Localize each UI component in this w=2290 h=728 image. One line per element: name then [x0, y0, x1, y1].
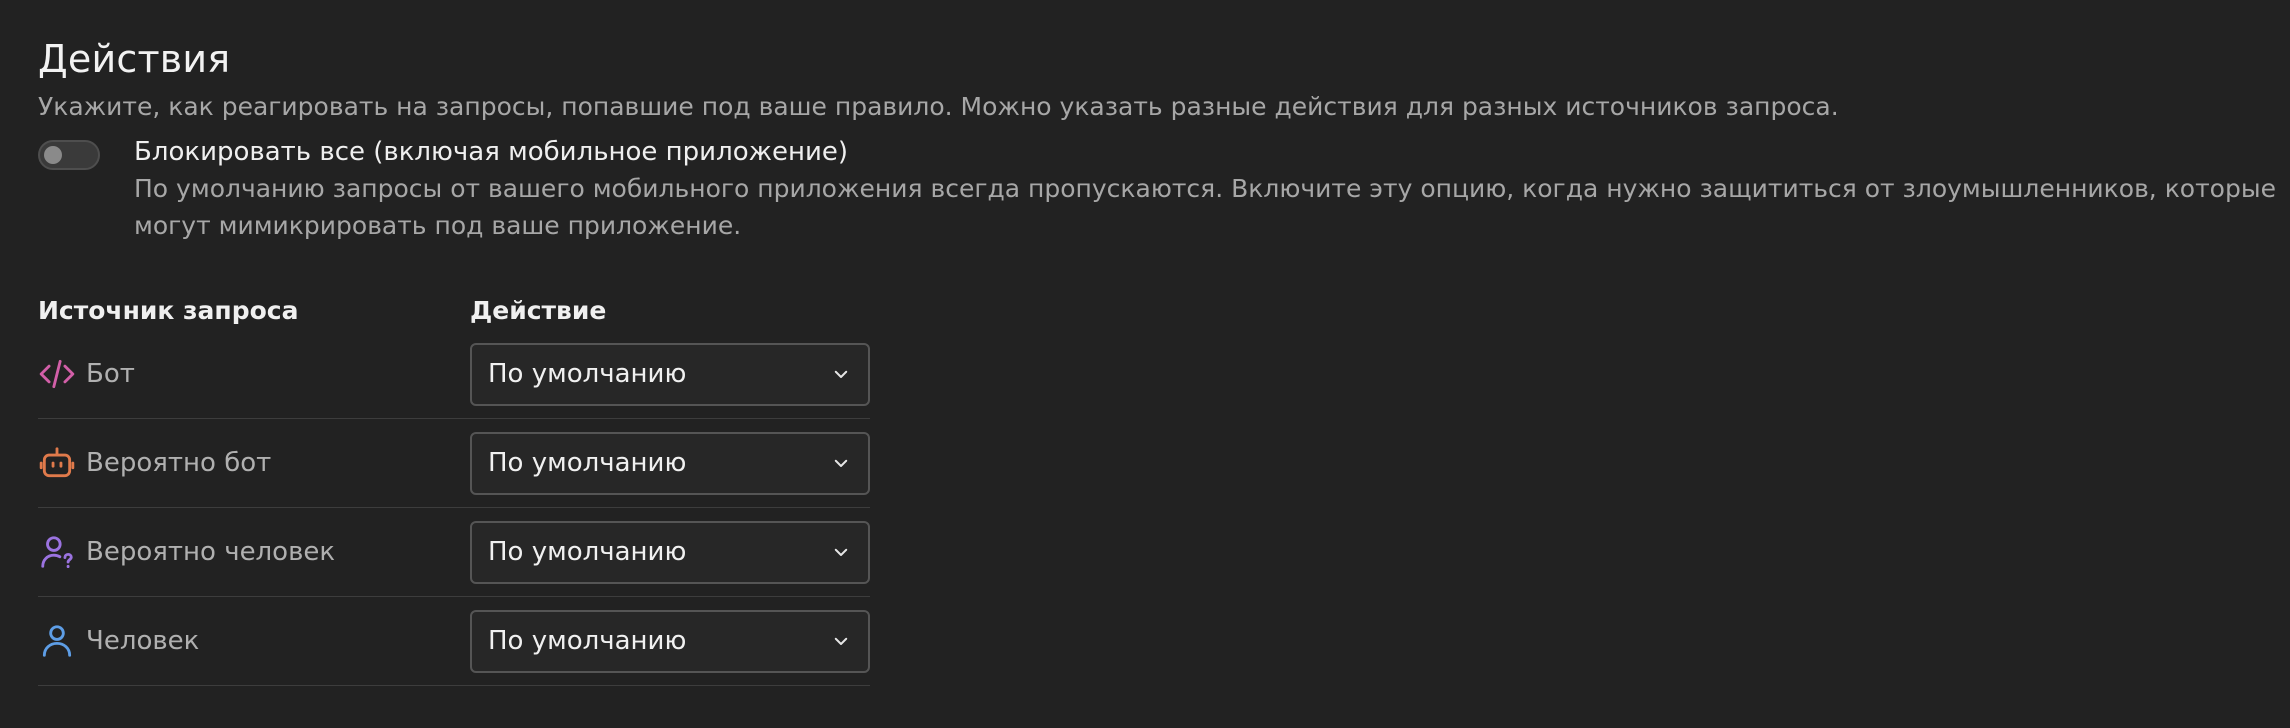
- action-select[interactable]: По умолчанию: [470, 431, 870, 495]
- source-label: Вероятно бот: [86, 448, 272, 478]
- section-subtitle: Укажите, как реагировать на запросы, поп…: [38, 92, 1839, 121]
- table-row-probably-human: Вероятно человек По умолчанию: [38, 508, 870, 597]
- header-action: Действие: [470, 295, 607, 325]
- source-cell: Бот: [38, 355, 470, 393]
- user-icon: [38, 622, 76, 660]
- action-select[interactable]: По умолчанию: [470, 520, 870, 584]
- code-icon: [38, 355, 76, 393]
- block-all-description: По умолчанию запросы от вашего мобильног…: [134, 174, 2276, 240]
- chevron-down-icon: [832, 365, 850, 383]
- robot-icon: [38, 444, 76, 482]
- table-row-probably-bot: Вероятно бот По умолчанию: [38, 419, 870, 508]
- source-label: Человек: [86, 626, 200, 656]
- block-all-toggle[interactable]: [38, 140, 100, 170]
- action-select[interactable]: По умолчанию: [470, 609, 870, 673]
- user-question-icon: [38, 533, 76, 571]
- source-action-table: Источник запроса Действие Бот По умолчан…: [38, 290, 870, 686]
- chevron-down-icon: [832, 543, 850, 561]
- chevron-down-icon: [832, 632, 850, 650]
- chevron-down-icon: [832, 454, 850, 472]
- block-all-label: Блокировать все (включая мобильное прило…: [134, 137, 849, 167]
- header-source: Источник запроса: [38, 295, 299, 325]
- actions-section: Действия Укажите, как реагировать на зап…: [38, 34, 2276, 686]
- source-label: Вероятно человек: [86, 537, 336, 567]
- source-cell: Вероятно человек: [38, 533, 470, 571]
- table-row-human: Человек По умолчанию: [38, 597, 870, 686]
- action-select-value: По умолчанию: [488, 359, 687, 389]
- block-all-text: Блокировать все (включая мобильное прило…: [134, 134, 2290, 244]
- source-label: Бот: [86, 359, 135, 389]
- action-select[interactable]: По умолчанию: [470, 342, 870, 406]
- source-cell: Человек: [38, 622, 470, 660]
- action-select-value: По умолчанию: [488, 626, 687, 656]
- table-row-bot: Бот По умолчанию: [38, 330, 870, 419]
- section-title: Действия: [38, 37, 231, 81]
- block-all-option: Блокировать все (включая мобильное прило…: [38, 134, 2276, 244]
- source-cell: Вероятно бот: [38, 444, 470, 482]
- action-select-value: По умолчанию: [488, 537, 687, 567]
- toggle-knob: [44, 146, 62, 164]
- table-header: Источник запроса Действие: [38, 290, 870, 330]
- action-select-value: По умолчанию: [488, 448, 687, 478]
